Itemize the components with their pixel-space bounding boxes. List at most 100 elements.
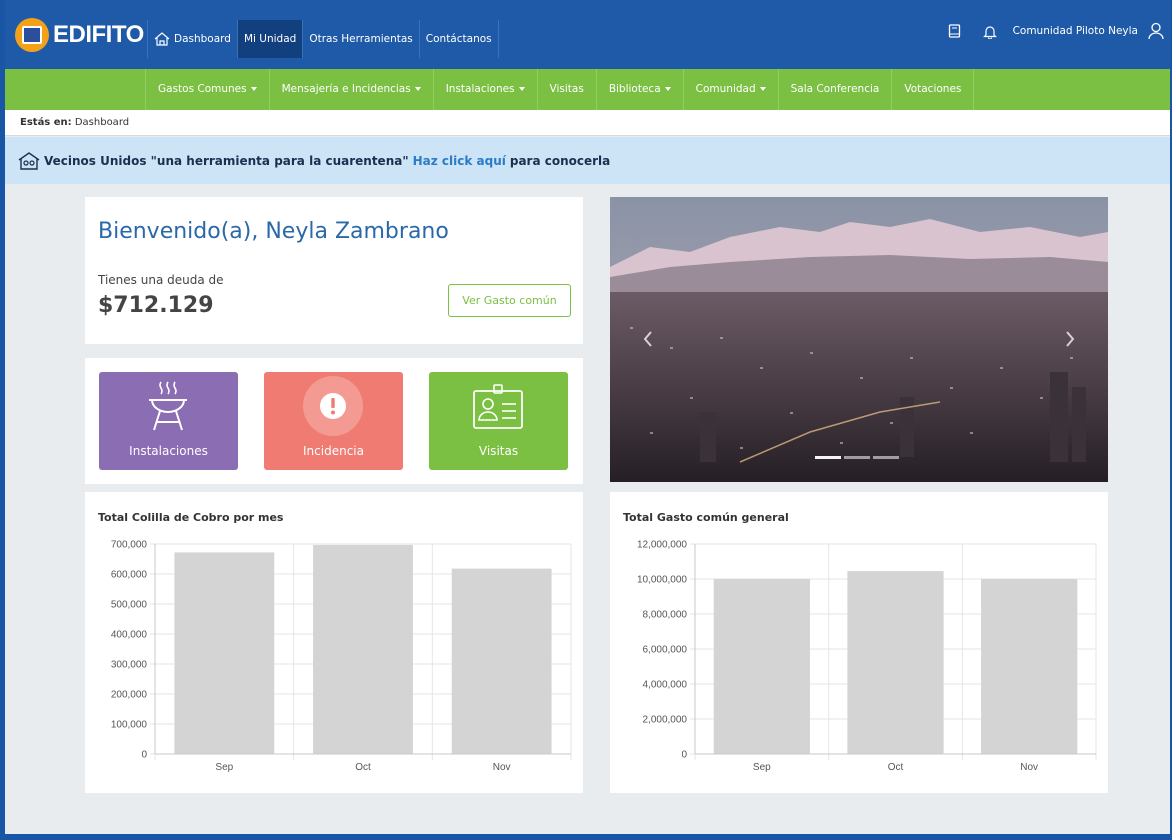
top-nav-label: Dashboard (174, 33, 231, 45)
nav-label: Sala Conferencia (790, 83, 880, 95)
book-icon[interactable] (948, 24, 961, 38)
caret-down-icon (518, 87, 525, 91)
caret-down-icon (414, 87, 421, 91)
bar-sep (713, 579, 810, 754)
visitor-badge-icon (473, 384, 523, 429)
caret-down-icon (759, 87, 766, 91)
nav-label: Visitas (549, 83, 584, 95)
carousel-indicator[interactable] (844, 456, 870, 459)
debt-amount: $712.129 (98, 293, 214, 318)
top-bar: EDIFITO Dashboard Mi Unidad Otras Herram… (5, 0, 1170, 69)
top-nav-otras-herramientas[interactable]: Otras Herramientas (302, 20, 418, 58)
y-tick-label: 200,000 (111, 690, 148, 701)
nav-mensajeria[interactable]: Mensajería e Incidencias (268, 69, 433, 110)
nav-visitas[interactable]: Visitas (536, 69, 596, 110)
nav-label: Votaciones (904, 83, 962, 95)
alert-icon (303, 376, 363, 436)
nav-sala-conferencia[interactable]: Sala Conferencia (777, 69, 892, 110)
nav-label: Instalaciones (445, 83, 515, 95)
y-tick-label: 4,000,000 (643, 680, 688, 691)
secondary-nav-bar: Gastos Comunes Mensajería e Incidencias … (5, 69, 1170, 110)
ver-gasto-comun-button[interactable]: Ver Gasto común (448, 284, 571, 317)
y-tick-label: 100,000 (111, 720, 148, 731)
y-tick-label: 10,000,000 (637, 575, 687, 586)
y-tick-label: 0 (681, 750, 687, 761)
instalaciones-tile[interactable]: Instalaciones (99, 372, 238, 470)
nav-biblioteca[interactable]: Biblioteca (595, 69, 683, 110)
x-tick-label: Oct (355, 762, 371, 773)
logo-icon (15, 18, 49, 52)
chart-card-gasto: Total Gasto común general 0 2,000,000 4,00… (610, 492, 1108, 793)
y-tick-label: 8,000,000 (643, 610, 688, 621)
bar-nov (451, 568, 552, 754)
y-tick-label: 500,000 (111, 600, 148, 611)
carousel-next-icon[interactable] (1064, 330, 1076, 348)
shortcuts-card: Instalaciones Incidencia Visitas (85, 358, 583, 484)
bar-chart-colilla: 0 100,000 200,000 300,000 400,000 500,000 600,… (111, 540, 572, 773)
bar-oct (847, 571, 944, 754)
x-tick-label: Oct (888, 762, 904, 773)
bar-chart-gasto: 0 2,000,000 4,000,000 6,000,000 8,000,000 10,… (637, 540, 1097, 773)
nav-votaciones[interactable]: Votaciones (891, 69, 975, 110)
bottom-bar (0, 834, 1172, 840)
debt-label: Tienes una deuda de (98, 273, 224, 287)
x-tick-label: Nov (1020, 762, 1038, 773)
top-nav-label: Contáctanos (425, 33, 492, 45)
image-carousel[interactable] (610, 197, 1108, 482)
top-nav-label: Mi Unidad (243, 33, 297, 45)
bar-sep (174, 552, 275, 754)
y-tick-label: 700,000 (111, 540, 148, 551)
top-right-tools: Comunidad Piloto Neyla (948, 22, 1164, 40)
tile-label: Incidencia (303, 444, 364, 458)
community-house-icon (18, 151, 40, 170)
banner-suffix: para conocerla (509, 153, 611, 168)
grill-icon (149, 381, 187, 431)
nav-gastos-comunes[interactable]: Gastos Comunes (145, 69, 269, 110)
y-tick-label: 6,000,000 (643, 645, 688, 656)
carousel-indicators (815, 456, 899, 459)
visitas-tile[interactable]: Visitas (429, 372, 568, 470)
logo-text: EDIFITO (53, 21, 144, 48)
y-tick-label: 600,000 (111, 570, 148, 581)
y-tick-label: 2,000,000 (643, 715, 688, 726)
carousel-indicator[interactable] (873, 456, 899, 459)
breadcrumb-prefix: Estás en: (20, 117, 72, 128)
logo[interactable]: EDIFITO (15, 18, 144, 52)
nav-comunidad[interactable]: Comunidad (682, 69, 778, 110)
nav-label: Biblioteca (608, 83, 661, 95)
bar-nov (981, 579, 1078, 754)
nav-label: Mensajería e Incidencias (281, 83, 411, 95)
carousel-prev-icon[interactable] (642, 330, 654, 348)
banner-text: Vecinos Unidos "una herramienta para la … (44, 153, 409, 168)
welcome-title: Bienvenido(a), Neyla Zambrano (98, 219, 449, 244)
carousel-indicator[interactable] (815, 456, 841, 459)
banner-link[interactable]: Haz click aquí (413, 154, 506, 168)
y-tick-label: 400,000 (111, 630, 148, 641)
caret-down-icon (664, 87, 671, 91)
top-nav-contactanos[interactable]: Contáctanos (418, 20, 499, 58)
breadcrumb-current[interactable]: Dashboard (75, 117, 129, 128)
x-tick-label: Sep (753, 762, 771, 773)
tile-label: Visitas (478, 444, 519, 458)
incidencia-tile[interactable]: Incidencia (264, 372, 403, 470)
chart-card-colilla: Total Colilla de Cobro por mes 0 100,000 2… (85, 492, 583, 793)
x-tick-label: Nov (493, 762, 511, 773)
secondary-nav: Gastos Comunes Mensajería e Incidencias … (145, 69, 975, 110)
community-name[interactable]: Comunidad Piloto Neyla (1013, 25, 1138, 37)
nav-instalaciones[interactable]: Instalaciones (432, 69, 537, 110)
top-nav-mi-unidad[interactable]: Mi Unidad (236, 20, 303, 58)
x-tick-label: Sep (215, 762, 233, 773)
user-icon[interactable] (1148, 22, 1164, 40)
breadcrumb: Estás en: Dashboard (5, 110, 1170, 136)
announcement-banner: Vecinos Unidos "una herramienta para la … (5, 137, 1170, 184)
nav-label: Comunidad (695, 83, 756, 95)
city-mountain-photo (610, 197, 1108, 482)
bar-oct (313, 544, 413, 754)
top-nav-label: Otras Herramientas (309, 33, 413, 45)
y-tick-label: 0 (141, 750, 147, 761)
bell-icon[interactable] (982, 24, 997, 39)
nav-label: Gastos Comunes (158, 83, 247, 95)
home-icon (154, 32, 170, 46)
top-nav-dashboard[interactable]: Dashboard (147, 20, 237, 58)
tile-label: Instalaciones (129, 444, 208, 458)
